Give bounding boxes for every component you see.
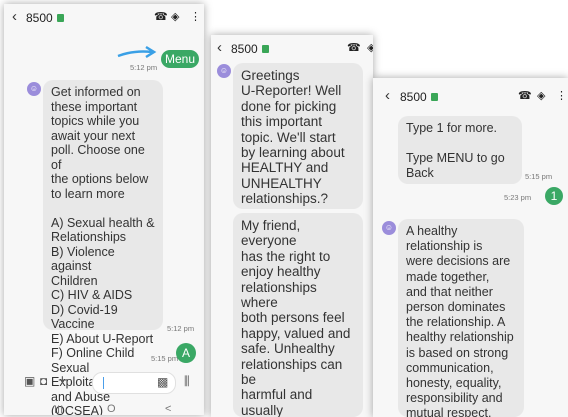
- more-vert-icon[interactable]: ⋮: [190, 10, 201, 23]
- phone-icon[interactable]: ☎: [518, 89, 532, 102]
- arrow-annotation: [117, 45, 157, 59]
- incoming-message: A healthy relationship is were decisions…: [398, 219, 524, 417]
- nav-back-icon[interactable]: <: [165, 403, 171, 415]
- outgoing-bubble-1: 1: [545, 187, 563, 205]
- shield-icon[interactable]: ◈: [367, 41, 373, 54]
- text-cursor: [103, 377, 104, 389]
- nav-home-icon[interactable]: O: [107, 403, 116, 415]
- back-arrow-icon[interactable]: ‹: [217, 39, 222, 56]
- conversation-header: ‹ 8500 ☎ ◈: [211, 35, 373, 61]
- more-vert-icon[interactable]: ⋮: [556, 89, 567, 102]
- message-time: 5:15 pm: [525, 172, 553, 181]
- incoming-message: My friend, everyone has the right to enj…: [233, 213, 363, 417]
- contact-number: 8500: [231, 42, 269, 56]
- contact-number: 8500: [26, 11, 64, 25]
- incoming-message: Type 1 for more. Type MENU to go Back: [398, 116, 522, 184]
- back-arrow-icon[interactable]: ‹: [385, 87, 390, 104]
- gallery-icon[interactable]: ▣: [24, 374, 35, 388]
- sim-icon: [261, 45, 269, 53]
- shield-icon[interactable]: ◈: [171, 10, 179, 23]
- message-input-bar: ▣ ◘ + ▩ ⫼: [4, 372, 204, 394]
- screenshot-2: ‹ 8500 ☎ ◈ ☺ Greetings U-Reporter! Well …: [211, 35, 373, 417]
- conversation-header: ‹ 8500 ☎ ◈ ⋮: [373, 83, 568, 109]
- nav-recent-icon[interactable]: III: [54, 404, 63, 415]
- avatar: ☺: [27, 82, 41, 96]
- sim-icon: [430, 93, 438, 101]
- shield-icon[interactable]: ◈: [537, 89, 545, 102]
- voice-icon[interactable]: ⫼: [184, 374, 190, 389]
- incoming-message: Greetings U-Reporter! Well done for pick…: [233, 63, 363, 209]
- back-arrow-icon[interactable]: ‹: [12, 8, 17, 25]
- outgoing-bubble-a: A: [176, 343, 196, 363]
- screenshot-3: ‹ 8500 ☎ ◈ ⋮ Type 1 for more. Type MENU …: [373, 78, 568, 417]
- message-time: 5:23 pm: [504, 193, 532, 202]
- incoming-message: Get informed on these important topics w…: [43, 80, 163, 415]
- screenshot-1: ‹ 8500 ☎ ◈ ⋮ Menu 5:12 pm ☺ Get informed…: [4, 4, 204, 415]
- phone-icon[interactable]: ☎: [347, 41, 361, 54]
- message-time: 5:12 pm: [167, 324, 195, 333]
- message-time: 5:12 pm: [130, 63, 158, 72]
- sim-icon: [56, 14, 64, 22]
- message-time: 5:15 pm: [151, 354, 179, 363]
- sticker-icon[interactable]: ▩: [157, 375, 168, 389]
- message-input[interactable]: ▩: [92, 372, 176, 394]
- camera-icon[interactable]: ◘: [40, 374, 47, 388]
- add-icon[interactable]: +: [58, 372, 67, 389]
- contact-number: 8500: [400, 90, 438, 104]
- phone-icon[interactable]: ☎: [154, 10, 168, 23]
- avatar: ☺: [217, 64, 231, 78]
- avatar: ☺: [382, 221, 396, 235]
- conversation-header: ‹ 8500 ☎ ◈ ⋮: [4, 4, 204, 30]
- outgoing-bubble-menu: Menu: [161, 50, 199, 68]
